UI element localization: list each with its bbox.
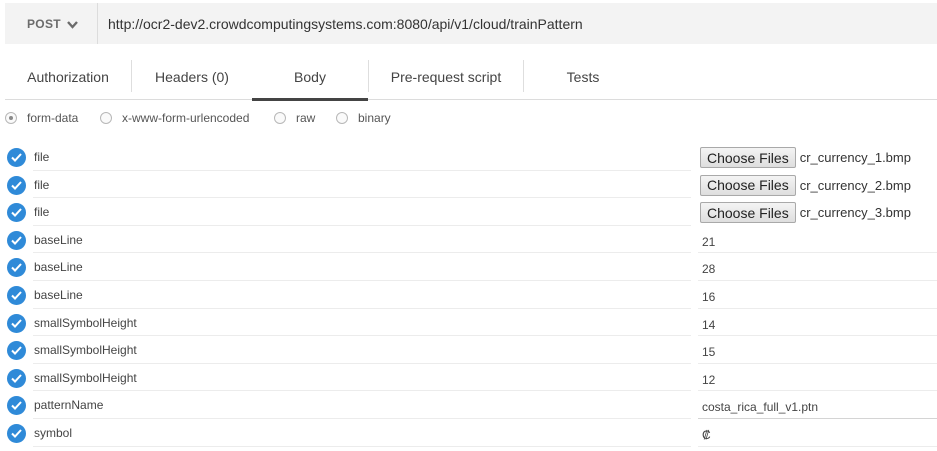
- param-value[interactable]: 12: [702, 373, 715, 387]
- param-value[interactable]: costa_rica_full_v1.ptn: [702, 400, 818, 414]
- enable-checkbox[interactable]: [7, 148, 26, 167]
- radio-button[interactable]: [274, 112, 286, 124]
- checkmark-icon: [11, 236, 22, 245]
- tab-pre-request-script[interactable]: Pre-request script: [369, 54, 523, 100]
- file-picker: Choose Files cr_currency_3.bmp: [700, 202, 911, 224]
- radio-button[interactable]: [100, 112, 112, 124]
- radio-label: binary: [358, 111, 391, 125]
- request-url-bar: POST: [5, 3, 937, 44]
- param-value[interactable]: 15: [702, 345, 715, 359]
- file-picker: Choose Files cr_currency_1.bmp: [700, 147, 911, 168]
- tab-tests[interactable]: Tests: [524, 54, 642, 100]
- param-row: file Choose Files cr_currency_3.bmp: [5, 198, 937, 226]
- enable-checkbox[interactable]: [7, 423, 26, 443]
- row-divider: [698, 445, 937, 447]
- param-row: smallSymbolHeight 12: [5, 364, 937, 392]
- param-row: smallSymbolHeight 15: [5, 336, 937, 364]
- checkmark-icon: [11, 180, 22, 190]
- param-key[interactable]: file: [34, 150, 49, 164]
- choose-files-button[interactable]: Choose Files: [700, 202, 796, 224]
- radio-binary[interactable]: binary: [336, 110, 391, 126]
- checkmark-icon: [11, 346, 22, 356]
- param-key[interactable]: baseLine: [34, 233, 83, 247]
- radio-raw[interactable]: raw: [274, 110, 315, 126]
- param-value[interactable]: ₡: [702, 428, 711, 442]
- checkmark-icon: [11, 263, 22, 273]
- form-data-table: file Choose Files cr_currency_1.bmp file…: [5, 143, 937, 447]
- enable-checkbox[interactable]: [7, 175, 26, 195]
- enable-checkbox[interactable]: [7, 368, 26, 388]
- param-key[interactable]: baseLine: [34, 260, 83, 274]
- checkmark-icon: [11, 291, 22, 300]
- param-value[interactable]: 21: [702, 235, 715, 249]
- param-row: smallSymbolHeight 14: [5, 309, 937, 337]
- enable-checkbox[interactable]: [7, 285, 26, 305]
- param-key[interactable]: patternName: [34, 398, 103, 412]
- checkmark-icon: [11, 429, 22, 438]
- param-row: baseLine 16: [5, 281, 937, 309]
- file-name: cr_currency_3.bmp: [799, 205, 911, 221]
- url-input[interactable]: [98, 3, 937, 44]
- param-key[interactable]: symbol: [34, 426, 72, 440]
- radio-label: raw: [296, 111, 316, 125]
- param-key[interactable]: smallSymbolHeight: [34, 316, 137, 330]
- checkmark-icon: [11, 318, 22, 328]
- radio-button[interactable]: [336, 112, 348, 124]
- param-row: patternName costa_rica_full_v1.ptn: [5, 391, 937, 419]
- tab-label: Pre-request script: [390, 69, 502, 85]
- radio-label: x-www-form-urlencoded: [122, 111, 250, 125]
- param-row: baseLine 21: [5, 226, 937, 254]
- choose-files-button[interactable]: Choose Files: [700, 147, 796, 168]
- radio-label: form-data: [27, 111, 79, 125]
- param-row: file Choose Files cr_currency_2.bmp: [5, 171, 937, 199]
- enable-checkbox[interactable]: [7, 203, 26, 223]
- row-divider: [33, 445, 691, 447]
- method-label: POST: [27, 16, 61, 31]
- checkmark-icon: [11, 374, 22, 383]
- body-type-selector: form-data x-www-form-urlencoded raw bina…: [5, 110, 505, 126]
- tab-label: Headers (0): [155, 69, 229, 85]
- param-row: baseLine 28: [5, 253, 937, 281]
- choose-files-button[interactable]: Choose Files: [700, 174, 796, 196]
- chevron-down-icon: [66, 19, 79, 29]
- file-name: cr_currency_1.bmp: [799, 150, 911, 165]
- radio-x-www-form-urlencoded[interactable]: x-www-form-urlencoded: [100, 110, 249, 126]
- tab-headers[interactable]: Headers (0): [132, 54, 252, 100]
- param-key[interactable]: baseLine: [34, 288, 83, 302]
- param-row: file Choose Files cr_currency_1.bmp: [5, 143, 937, 171]
- param-value[interactable]: 16: [702, 290, 715, 304]
- enable-checkbox[interactable]: [7, 313, 26, 333]
- param-key[interactable]: file: [34, 205, 49, 219]
- param-key[interactable]: file: [34, 178, 49, 192]
- tab-label: Authorization: [27, 69, 109, 85]
- enable-checkbox[interactable]: [7, 258, 26, 278]
- enable-checkbox[interactable]: [7, 230, 26, 250]
- param-row: symbol ₡: [5, 419, 937, 447]
- tab-label: Tests: [566, 69, 600, 85]
- request-tabs: Authorization Headers (0) Body Pre-reque…: [5, 54, 937, 101]
- param-key[interactable]: smallSymbolHeight: [34, 371, 137, 385]
- method-dropdown[interactable]: POST: [5, 3, 98, 44]
- tab-authorization[interactable]: Authorization: [5, 54, 131, 100]
- file-name: cr_currency_2.bmp: [799, 177, 911, 193]
- radio-button[interactable]: [5, 112, 17, 124]
- param-key[interactable]: smallSymbolHeight: [34, 343, 137, 357]
- enable-checkbox[interactable]: [7, 396, 26, 416]
- checkmark-icon: [11, 208, 22, 218]
- enable-checkbox[interactable]: [7, 341, 26, 361]
- radio-form-data[interactable]: form-data: [5, 110, 78, 126]
- param-value[interactable]: 14: [702, 318, 715, 332]
- param-value[interactable]: 28: [702, 262, 715, 276]
- checkmark-icon: [11, 401, 22, 411]
- tab-body[interactable]: Body: [252, 54, 368, 101]
- tab-label: Body: [294, 69, 326, 85]
- file-picker: Choose Files cr_currency_2.bmp: [700, 174, 911, 196]
- checkmark-icon: [11, 153, 22, 162]
